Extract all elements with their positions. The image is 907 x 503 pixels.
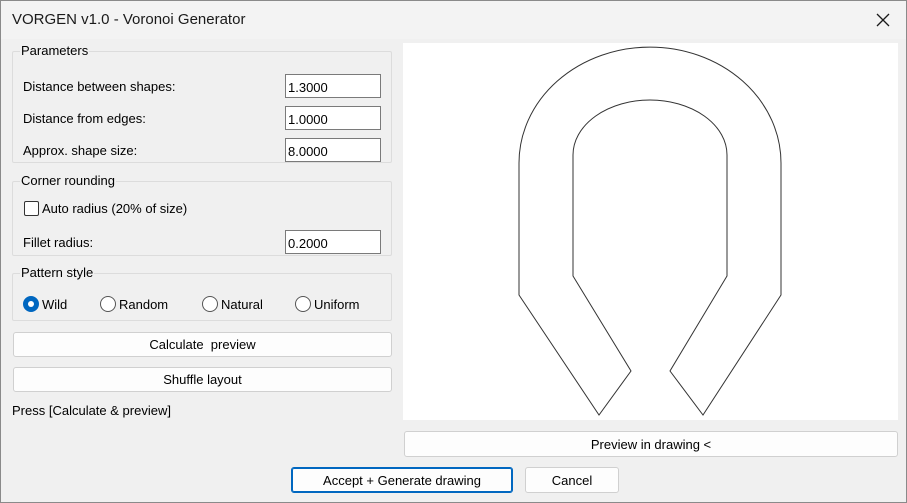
approx-shape-size-input[interactable] [285,138,381,162]
radio-random-label[interactable]: Random [119,297,168,312]
radio-wild-label[interactable]: Wild [42,297,67,312]
close-icon [876,13,890,27]
auto-radius-label[interactable]: Auto radius (20% of size) [42,201,187,216]
title-bar: VORGEN v1.0 - Voronoi Generator [1,1,906,39]
accept-generate-button[interactable]: Accept + Generate drawing [291,467,513,493]
status-text: Press [Calculate & preview] [12,403,171,418]
radio-uniform[interactable] [295,296,311,312]
dialog-window: VORGEN v1.0 - Voronoi Generator Paramete… [0,0,907,503]
radio-random[interactable] [100,296,116,312]
fillet-radius-label: Fillet radius: [23,235,94,250]
radio-natural-label[interactable]: Natural [221,297,263,312]
calculate-preview-button[interactable]: Calculate preview [13,332,392,357]
shuffle-layout-button[interactable]: Shuffle layout [13,367,392,392]
corner-rounding-group-label: Corner rounding [20,173,116,188]
distance-from-edges-label: Distance from edges: [23,111,146,126]
pattern-style-group-label: Pattern style [20,265,95,280]
auto-radius-checkbox[interactable] [24,201,39,216]
preview-shape [518,46,782,416]
cancel-button[interactable]: Cancel [525,467,619,493]
distance-from-edges-input[interactable] [285,106,381,130]
radio-uniform-label[interactable]: Uniform [314,297,360,312]
radio-natural[interactable] [202,296,218,312]
distance-between-shapes-input[interactable] [285,74,381,98]
distance-between-shapes-label: Distance between shapes: [23,79,176,94]
preview-in-drawing-button[interactable]: Preview in drawing < [404,431,898,457]
radio-wild[interactable] [23,296,39,312]
fillet-radius-input[interactable] [285,230,381,254]
close-button[interactable] [860,1,906,39]
approx-shape-size-label: Approx. shape size: [23,143,138,158]
preview-canvas[interactable] [403,43,898,420]
window-title: VORGEN v1.0 - Voronoi Generator [12,11,246,28]
parameters-group-label: Parameters [20,43,90,58]
